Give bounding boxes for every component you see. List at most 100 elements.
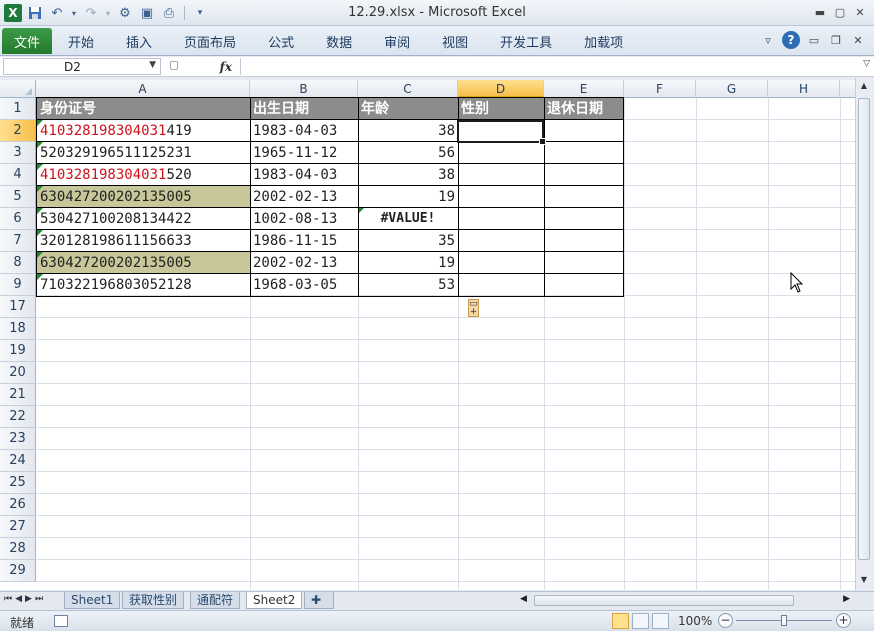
row-header[interactable]: 8 bbox=[0, 252, 36, 274]
cell-age-error[interactable]: #VALUE! bbox=[358, 208, 458, 230]
vertical-scrollbar[interactable]: ▲ ▼ bbox=[855, 78, 872, 590]
row-header[interactable]: 6 bbox=[0, 208, 36, 230]
page-layout-view-icon[interactable] bbox=[632, 613, 649, 629]
cell-id[interactable]: 320128198611156633 bbox=[37, 230, 250, 252]
cell-birth[interactable]: 2002-02-13 bbox=[250, 186, 358, 208]
cell-birth[interactable]: 1968-03-05 bbox=[250, 274, 358, 296]
worksheet-grid[interactable]: A B C D E F G H 1 2 3 4 5 6 7 8 9 17 18 … bbox=[0, 80, 855, 590]
row-header[interactable]: 1 bbox=[0, 98, 36, 120]
active-cell-selection[interactable] bbox=[457, 120, 546, 145]
tab-developer[interactable]: 开发工具 bbox=[484, 28, 568, 54]
row-header[interactable]: 20 bbox=[0, 362, 36, 384]
tab-formulas[interactable]: 公式 bbox=[252, 28, 310, 54]
cell-id[interactable]: 410328198304031520 bbox=[37, 164, 250, 186]
name-box[interactable]: D2 ▼ bbox=[3, 58, 161, 75]
select-all-corner[interactable] bbox=[0, 80, 36, 98]
cell-id[interactable]: 410328198304031419 bbox=[37, 120, 250, 142]
row-header[interactable]: 22 bbox=[0, 406, 36, 428]
zoom-level[interactable]: 100% bbox=[678, 614, 712, 628]
row-header[interactable]: 19 bbox=[0, 340, 36, 362]
cell-birth[interactable]: 1002-08-13 bbox=[250, 208, 358, 230]
minimize-icon[interactable]: ▬ bbox=[812, 4, 828, 20]
tab-file[interactable]: 文件 bbox=[2, 28, 53, 54]
cell-age[interactable]: 38 bbox=[358, 120, 458, 142]
sheet-tab-wildcard[interactable]: 通配符 bbox=[190, 592, 241, 609]
row-header[interactable]: 18 bbox=[0, 318, 36, 340]
cell-age[interactable]: 19 bbox=[358, 186, 458, 208]
cell-age[interactable]: 35 bbox=[358, 230, 458, 252]
cell-age[interactable]: 38 bbox=[358, 164, 458, 186]
cell-birth[interactable]: 2002-02-13 bbox=[250, 252, 358, 274]
sheet-tab-get-gender[interactable]: 获取性别 bbox=[122, 592, 185, 609]
cell-birth[interactable]: 1983-04-03 bbox=[250, 164, 358, 186]
cell-id[interactable]: 710322196803052128 bbox=[37, 274, 250, 296]
horizontal-scrollbar[interactable]: ◀ ▶ bbox=[520, 594, 850, 607]
normal-view-icon[interactable] bbox=[612, 613, 629, 629]
row-header[interactable]: 26 bbox=[0, 494, 36, 516]
row-header[interactable]: 24 bbox=[0, 450, 36, 472]
row-header[interactable]: 4 bbox=[0, 164, 36, 186]
cell-birth[interactable]: 1965-11-12 bbox=[250, 142, 358, 164]
column-header-c[interactable]: C bbox=[358, 80, 458, 98]
workbook-restore-icon[interactable]: ❐ bbox=[828, 32, 844, 48]
help-icon[interactable]: ? bbox=[782, 31, 800, 49]
page-break-view-icon[interactable] bbox=[652, 613, 669, 629]
cell-age[interactable]: 53 bbox=[358, 274, 458, 296]
column-header-a[interactable]: A bbox=[36, 80, 250, 98]
cell-age[interactable]: 19 bbox=[358, 252, 458, 274]
insert-function-button[interactable]: fx bbox=[162, 58, 240, 75]
row-header[interactable]: 3 bbox=[0, 142, 36, 164]
cell-id[interactable]: 520329196511125231 bbox=[37, 142, 250, 164]
last-sheet-icon[interactable]: ⏭ bbox=[35, 594, 43, 604]
scroll-down-icon[interactable]: ▼ bbox=[858, 574, 870, 586]
autofill-options-icon[interactable]: ▭ + bbox=[468, 299, 479, 317]
workbook-minimize-icon[interactable]: ▭ bbox=[806, 32, 822, 48]
tab-addins[interactable]: 加载项 bbox=[568, 28, 639, 54]
cell-birth[interactable]: 1983-04-03 bbox=[250, 120, 358, 142]
cell-id[interactable]: 630427200202135005 bbox=[37, 252, 250, 274]
scroll-left-icon[interactable]: ◀ bbox=[520, 594, 527, 604]
formula-bar-expand-icon[interactable]: ▽ bbox=[863, 59, 870, 69]
tab-insert[interactable]: 插入 bbox=[110, 28, 168, 54]
scroll-right-icon[interactable]: ▶ bbox=[843, 594, 850, 604]
cell-id[interactable]: 630427200202135005 bbox=[37, 186, 250, 208]
cell-birth[interactable]: 1986-11-15 bbox=[250, 230, 358, 252]
scroll-up-icon[interactable]: ▲ bbox=[858, 80, 870, 92]
row-header[interactable]: 27 bbox=[0, 516, 36, 538]
maximize-icon[interactable]: ▢ bbox=[832, 4, 848, 20]
tab-view[interactable]: 视图 bbox=[426, 28, 484, 54]
header-cell-id[interactable]: 身份证号 bbox=[37, 98, 250, 120]
row-header[interactable]: 17 bbox=[0, 296, 36, 318]
row-header[interactable]: 28 bbox=[0, 538, 36, 560]
row-header[interactable]: 21 bbox=[0, 384, 36, 406]
column-header-e[interactable]: E bbox=[544, 80, 624, 98]
vertical-scroll-thumb[interactable] bbox=[858, 98, 870, 560]
ribbon-collapse-icon[interactable]: ▿ bbox=[760, 32, 776, 48]
tab-home[interactable]: 开始 bbox=[52, 28, 110, 54]
insert-sheet-icon[interactable]: ✚ bbox=[304, 592, 334, 609]
column-header-b[interactable]: B bbox=[250, 80, 358, 98]
cell-age[interactable]: 56 bbox=[358, 142, 458, 164]
cell-id[interactable]: 530427100208134422 bbox=[37, 208, 250, 230]
row-header[interactable]: 7 bbox=[0, 230, 36, 252]
close-icon[interactable]: ✕ bbox=[852, 4, 868, 20]
column-header-h[interactable]: H bbox=[768, 80, 840, 98]
sheet-tab-sheet2[interactable]: Sheet2 bbox=[246, 592, 303, 609]
tab-page-layout[interactable]: 页面布局 bbox=[168, 28, 252, 54]
row-header[interactable]: 2 bbox=[0, 120, 36, 142]
header-cell-retire[interactable]: 退休日期 bbox=[544, 98, 624, 120]
column-header-d[interactable]: D bbox=[458, 80, 544, 98]
name-box-dropdown-icon[interactable]: ▼ bbox=[149, 60, 156, 70]
zoom-in-icon[interactable]: + bbox=[836, 613, 851, 628]
column-header-f[interactable]: F bbox=[624, 80, 696, 98]
next-sheet-icon[interactable]: ▶ bbox=[25, 594, 32, 604]
sheet-tab-sheet1[interactable]: Sheet1 bbox=[64, 592, 121, 609]
header-cell-age[interactable]: 年龄 bbox=[358, 98, 458, 120]
tab-data[interactable]: 数据 bbox=[310, 28, 368, 54]
row-header[interactable]: 29 bbox=[0, 560, 36, 582]
row-header[interactable]: 9 bbox=[0, 274, 36, 296]
row-header[interactable]: 5 bbox=[0, 186, 36, 208]
horizontal-scroll-thumb[interactable] bbox=[534, 595, 794, 606]
column-header-g[interactable]: G bbox=[696, 80, 768, 98]
row-header[interactable]: 25 bbox=[0, 472, 36, 494]
